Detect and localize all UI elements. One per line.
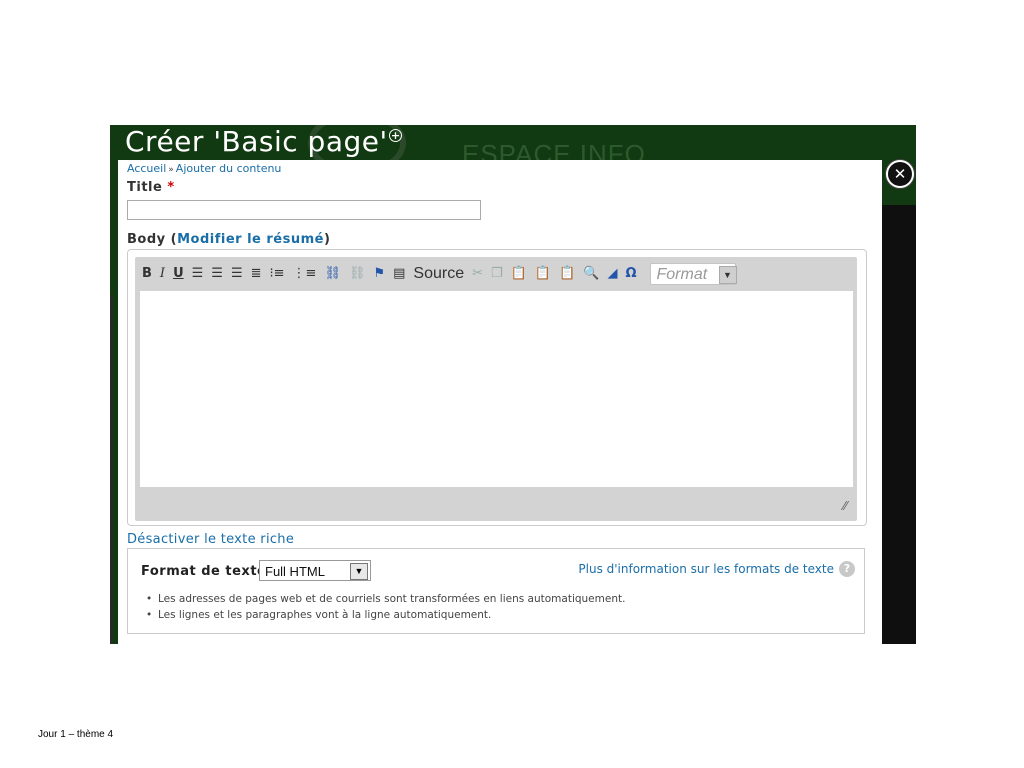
- overlay-window: ESPACE INFO Créer 'Basic page' + Accueil…: [110, 125, 916, 644]
- required-marker: *: [167, 180, 175, 195]
- find-icon[interactable]: 🔍: [580, 263, 602, 285]
- format-dropdown[interactable]: Format ▼: [649, 263, 737, 285]
- text-format-tips: Les adresses de pages web et de courriel…: [144, 592, 625, 624]
- close-icon[interactable]: ✕: [886, 160, 914, 188]
- bullet-list-icon[interactable]: ⁝≡: [267, 263, 288, 285]
- toggle-rich-text-link[interactable]: Désactiver le texte riche: [127, 532, 294, 547]
- omega-icon[interactable]: Ω: [622, 263, 639, 285]
- format-dropdown-label: Format: [656, 266, 708, 283]
- chevron-down-icon[interactable]: ▼: [350, 563, 368, 580]
- background-dark-strip: [882, 205, 916, 644]
- source-button[interactable]: Source: [410, 263, 467, 285]
- bold-button[interactable]: B: [139, 263, 155, 285]
- body-label-close: ): [323, 232, 331, 247]
- breadcrumb-separator: »: [168, 165, 174, 175]
- breadcrumb-current-link[interactable]: Ajouter du contenu: [176, 162, 282, 175]
- numbered-list-icon[interactable]: ⋮≡: [290, 263, 320, 285]
- align-left-icon[interactable]: ☰: [189, 263, 207, 285]
- title-label-text: Title: [127, 180, 163, 195]
- background-dark-edge: [110, 295, 113, 644]
- body-label-open: Body (: [127, 232, 178, 247]
- unlink-icon[interactable]: ⛓: [346, 263, 369, 285]
- resize-grip-icon[interactable]: ⁄⁄: [843, 499, 847, 513]
- editor-toolbar: B I U ☰ ☰ ☰ ≣ ⁝≡ ⋮≡ ⛓ ⛓ ⚑ ▤ Source ✂ ❐ �: [139, 260, 853, 288]
- title-plus-icon[interactable]: +: [389, 129, 402, 142]
- paste-text-icon[interactable]: 📋: [532, 263, 554, 285]
- breadcrumb: Accueil» Ajouter du contenu: [127, 162, 281, 175]
- underline-button[interactable]: U: [170, 263, 187, 285]
- eraser-icon[interactable]: ◢: [604, 263, 620, 285]
- paste-icon[interactable]: 📋: [508, 263, 530, 285]
- anchor-flag-icon[interactable]: ⚑: [370, 263, 388, 285]
- rich-text-editor: B I U ☰ ☰ ☰ ≣ ⁝≡ ⋮≡ ⛓ ⛓ ⚑ ▤ Source ✂ ❐ �: [127, 249, 867, 526]
- edit-summary-link[interactable]: Modifier le résumé: [177, 232, 324, 247]
- help-icon[interactable]: ?: [839, 561, 855, 577]
- title-input[interactable]: [127, 200, 481, 220]
- text-format-more-info-link[interactable]: Plus d'information sur les formats de te…: [578, 562, 834, 576]
- title-label: Title *: [127, 180, 175, 195]
- paste-word-icon[interactable]: 📋: [556, 263, 578, 285]
- copy-icon[interactable]: ❐: [488, 263, 506, 285]
- cut-icon[interactable]: ✂: [469, 263, 486, 285]
- italic-button[interactable]: I: [157, 263, 168, 285]
- node-form-panel: Accueil» Ajouter du contenu Title * Body …: [118, 160, 882, 644]
- align-center-icon[interactable]: ☰: [208, 263, 226, 285]
- list-item: Les lignes et les paragraphes vont à la …: [144, 608, 625, 622]
- modal-title: Créer 'Basic page': [125, 125, 388, 158]
- slide-footer: Jour 1 – thème 4: [38, 729, 114, 740]
- text-format-label: Format de texte: [141, 564, 267, 579]
- body-label: Body (Modifier le résumé): [127, 232, 330, 247]
- align-right-icon[interactable]: ☰: [228, 263, 246, 285]
- link-icon[interactable]: ⛓: [321, 263, 344, 285]
- chevron-down-icon[interactable]: ▼: [718, 266, 737, 284]
- source-icon[interactable]: ▤: [390, 263, 408, 285]
- editor-content-area[interactable]: [140, 291, 853, 487]
- justify-icon[interactable]: ≣: [248, 263, 265, 285]
- text-format-select[interactable]: Full HTML ▼: [259, 560, 371, 581]
- text-format-fieldset: Format de texte Full HTML ▼ Plus d'infor…: [127, 548, 865, 634]
- breadcrumb-home-link[interactable]: Accueil: [127, 162, 166, 175]
- editor-frame: B I U ☰ ☰ ☰ ≣ ⁝≡ ⋮≡ ⛓ ⛓ ⚑ ▤ Source ✂ ❐ �: [135, 257, 857, 521]
- text-format-selected: Full HTML: [265, 564, 325, 579]
- list-item: Les adresses de pages web et de courriel…: [144, 592, 625, 606]
